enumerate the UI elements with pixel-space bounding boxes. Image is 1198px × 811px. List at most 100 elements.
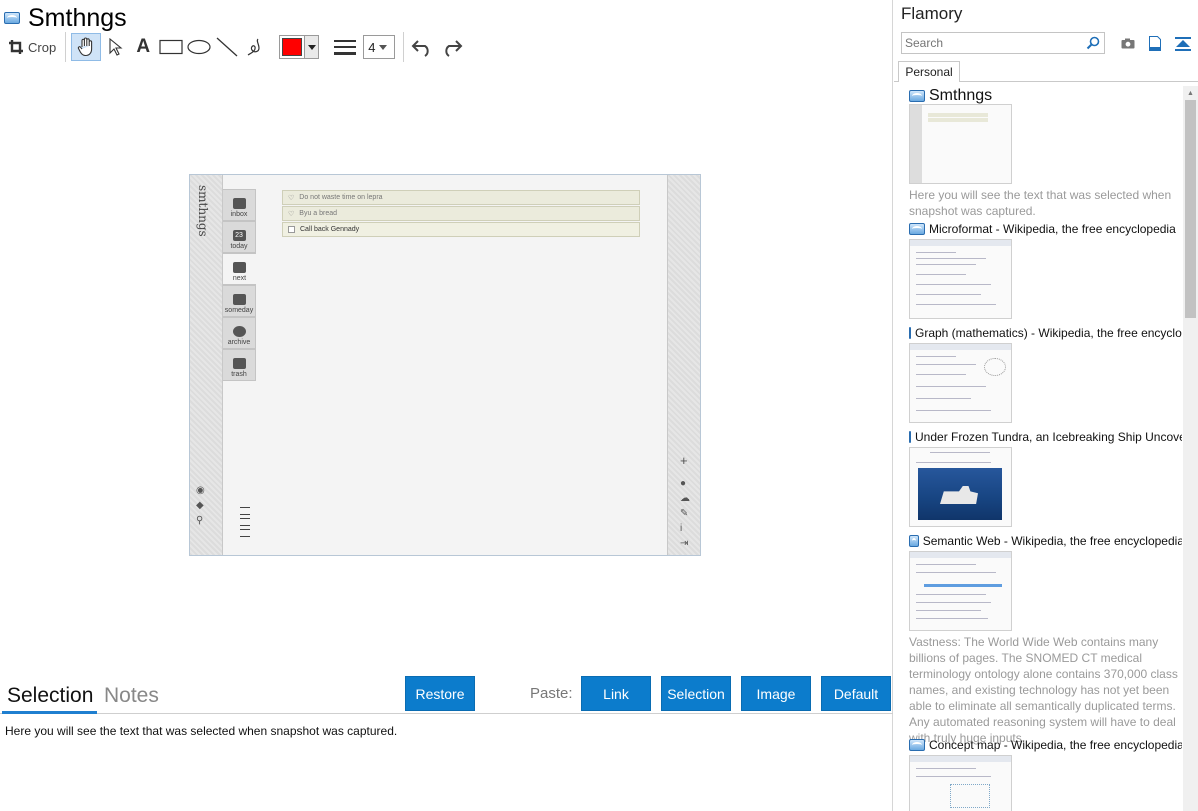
entry-thumbnail [909, 343, 1012, 423]
preview-left-tools: ◉ ◆ ⚲ [196, 485, 218, 526]
search-box [901, 32, 1105, 54]
scroll-up-icon[interactable]: ▲ [1183, 86, 1198, 100]
preview-nav-next: next [223, 253, 256, 285]
camera-button[interactable] [1119, 35, 1137, 52]
sidebar-title: Flamory [901, 4, 963, 23]
preview-task-list: ♡ Do not waste time on lepra ♡ Byu a bre… [282, 190, 640, 238]
preview-task-text: Call back Gennady [300, 226, 360, 233]
line-width-icon [334, 40, 357, 55]
redo-icon [445, 40, 463, 57]
undo-button[interactable] [409, 33, 437, 61]
cloud-icon: ☁ [680, 493, 690, 504]
tab-personal[interactable]: Personal [898, 61, 960, 82]
crop-icon [9, 40, 23, 54]
snapshot-preview[interactable]: smthngs ◉ ◆ ⚲ inbox 23 today next someda… [189, 174, 701, 556]
hand-icon [78, 37, 93, 57]
preview-nav-someday: someday [223, 285, 256, 317]
calendar-icon: 23 [232, 230, 246, 241]
collapse-button[interactable] [1174, 35, 1192, 52]
tab-notes[interactable]: Notes [104, 684, 159, 708]
collapse-icon [1175, 36, 1191, 51]
search-icon: ⚲ [196, 515, 204, 526]
ellipse-tool-button[interactable] [185, 33, 213, 61]
preview-nav: inbox 23 today next someday archive tras… [223, 189, 256, 381]
redo-button[interactable] [437, 33, 465, 61]
document-button[interactable] [1146, 35, 1164, 52]
list-icon [240, 529, 250, 537]
selection-text: Here you will see the text that was sele… [5, 724, 398, 738]
preview-nav-trash: trash [223, 349, 256, 381]
toolbar-separator [65, 32, 67, 62]
pointer-tool-button[interactable] [101, 33, 129, 61]
done-heart-icon: ♡ [288, 210, 295, 218]
preview-nav-label: next [232, 275, 247, 282]
tag-icon: ◆ [196, 500, 204, 511]
paste-default-button[interactable]: Default [821, 676, 891, 711]
sidebar-scrollbar[interactable]: ▲ [1183, 86, 1198, 811]
restore-button[interactable]: Restore [405, 676, 475, 711]
preview-task-text: Byu a bread [299, 210, 338, 217]
entry-description: Vastness: The World Wide Web contains ma… [909, 635, 1178, 745]
snapshot-page-icon [909, 739, 925, 751]
color-picker[interactable] [279, 35, 320, 59]
entry-title: Graph (mathematics) - Wikipedia, the fre… [915, 326, 1182, 340]
snapshot-entry[interactable]: Concept map - Wikipedia, the free encycl… [909, 737, 1182, 811]
ellipse-icon [187, 39, 211, 55]
hand-tool-button[interactable] [71, 33, 102, 61]
trash-icon [232, 358, 246, 369]
snapshot-entry[interactable]: Microformat - Wikipedia, the free encycl… [909, 221, 1182, 319]
inbox-icon [232, 198, 246, 209]
entry-title: Microformat - Wikipedia, the free encycl… [929, 222, 1176, 236]
snapshot-entry[interactable]: Graph (mathematics) - Wikipedia, the fre… [909, 325, 1182, 423]
snapshot-page-icon [4, 12, 20, 24]
line-width-button[interactable] [331, 33, 359, 61]
snapshot-entry[interactable]: Semantic Web - Wikipedia, the free encyc… [909, 533, 1182, 746]
snapshot-page-icon [909, 223, 925, 235]
camera-icon [1121, 38, 1135, 49]
entry-thumbnail [909, 551, 1012, 631]
preview-task: Call back Gennady [282, 222, 640, 237]
document-icon [1149, 36, 1161, 51]
preview-task: ♡ Do not waste time on lepra [282, 190, 640, 205]
preview-nav-label: archive [227, 339, 251, 346]
line-width-select[interactable]: 4 [363, 35, 396, 59]
preview-left-strip: smthngs ◉ ◆ ⚲ [190, 175, 223, 555]
preview-right-tools: + ● ☁ ✎ i ⇥ [680, 453, 690, 549]
preview-app-logo: smthngs [196, 185, 210, 237]
crop-button[interactable]: Crop [4, 33, 60, 61]
snapshot-list: Smthngs Here you will see the text that … [894, 86, 1182, 811]
search-input[interactable] [905, 36, 1075, 50]
paste-link-button[interactable]: Link [581, 676, 651, 711]
paste-image-button[interactable]: Image [741, 676, 811, 711]
entry-thumbnail [909, 104, 1012, 184]
undo-icon [411, 40, 429, 57]
entry-thumbnail [909, 447, 1012, 527]
plus-icon: + [680, 453, 688, 468]
text-icon: A [136, 36, 151, 57]
entry-title: Semantic Web - Wikipedia, the free encyc… [922, 534, 1182, 548]
info-icon: i [680, 523, 683, 534]
line-tool-button[interactable] [213, 33, 241, 61]
freehand-tool-button[interactable] [241, 33, 269, 61]
crop-label: Crop [28, 39, 57, 55]
snapshot-editor: Smthngs Crop A 4 smthngs ◉ ◆ ⚲ inbox 23 … [0, 0, 893, 811]
preview-task: ♡ Byu a bread [282, 206, 640, 221]
text-tool-button[interactable]: A [129, 33, 157, 61]
preview-nav-label: someday [224, 307, 254, 314]
entry-title: Under Frozen Tundra, an Icebreaking Ship… [915, 430, 1182, 444]
chevron-down-icon [379, 44, 388, 50]
tab-selection[interactable]: Selection [7, 684, 93, 708]
entry-title: Smthngs [929, 88, 993, 104]
checkbox-icon [288, 226, 295, 233]
snapshot-entry[interactable]: Under Frozen Tundra, an Icebreaking Ship… [909, 429, 1182, 527]
paste-selection-button[interactable]: Selection [661, 676, 731, 711]
preview-nav-label: today [230, 243, 248, 250]
snapshot-title: Smthngs [28, 3, 127, 32]
entry-thumbnail [909, 755, 1012, 811]
rectangle-tool-button[interactable] [157, 33, 185, 61]
scrollbar-thumb[interactable] [1185, 100, 1196, 318]
toolbar-separator [403, 32, 405, 62]
snapshot-entry[interactable]: Smthngs Here you will see the text that … [909, 88, 1182, 219]
preview-task-text: Do not waste time on lepra [299, 194, 383, 201]
search-icon[interactable] [1086, 36, 1100, 50]
